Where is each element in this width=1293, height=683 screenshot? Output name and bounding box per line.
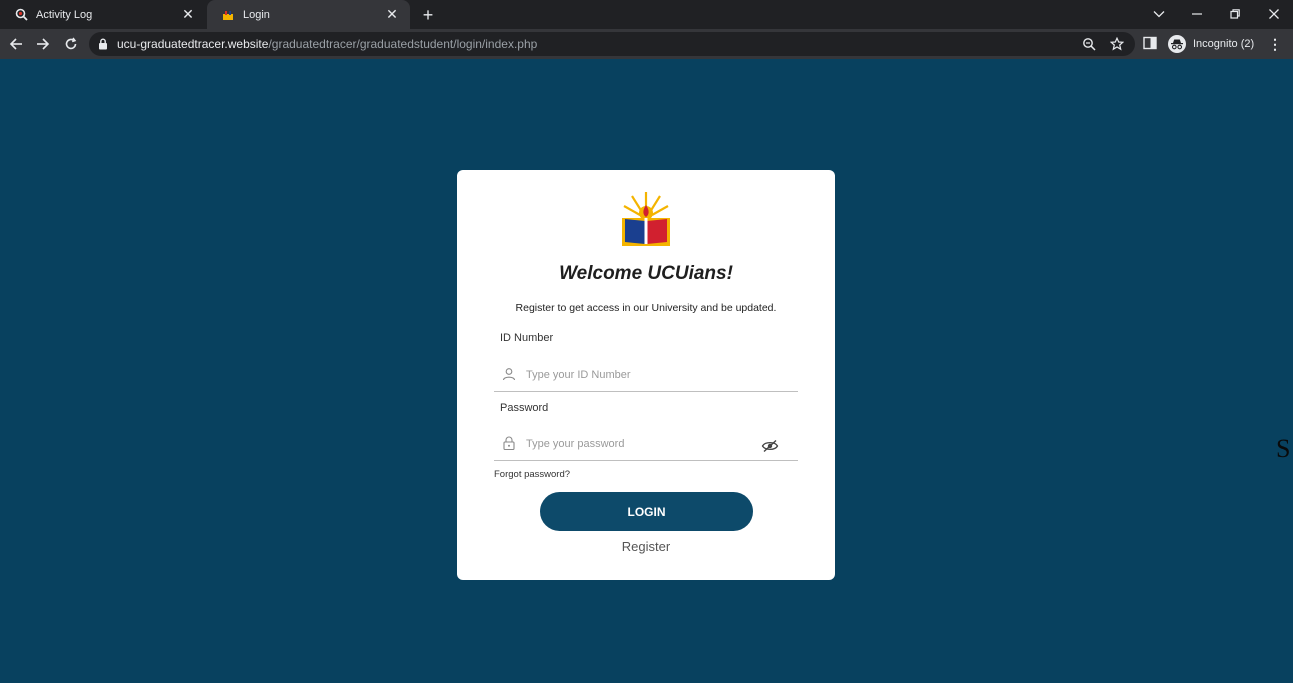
- incognito-label: Incognito (2): [1193, 38, 1255, 50]
- tab-login[interactable]: Login ✕: [207, 0, 410, 29]
- login-favicon-icon: [221, 8, 235, 22]
- close-tab-icon[interactable]: ✕: [384, 6, 400, 23]
- password-field: [494, 429, 798, 461]
- address-bar[interactable]: ucu-graduatedtracer.website/graduatedtra…: [89, 32, 1135, 56]
- activity-log-favicon-icon: [14, 8, 28, 22]
- eye-slash-icon[interactable]: [761, 439, 779, 453]
- back-arrow-icon[interactable]: [5, 33, 27, 55]
- lock-icon: [98, 37, 112, 51]
- lock-icon: [502, 436, 516, 451]
- browser-menu-icon[interactable]: ⋮: [1266, 34, 1284, 54]
- zoom-icon[interactable]: [1080, 35, 1098, 53]
- incognito-indicator[interactable]: Incognito (2): [1168, 33, 1254, 55]
- tab-search-chevron-icon[interactable]: [1148, 3, 1170, 25]
- url-path: /graduatedtracer/graduatedstudent/login/…: [268, 37, 538, 51]
- university-logo: [620, 190, 672, 248]
- tab-activity-log[interactable]: Activity Log ✕: [0, 0, 206, 29]
- register-link[interactable]: Register: [457, 539, 835, 554]
- login-button[interactable]: LOGIN: [540, 492, 753, 531]
- side-panel-icon[interactable]: [1143, 36, 1159, 52]
- url-host: ucu-graduatedtracer.website: [117, 37, 269, 51]
- password-label: Password: [500, 402, 549, 414]
- minimize-icon[interactable]: [1186, 3, 1208, 25]
- welcome-subtitle: Register to get access in our University…: [515, 302, 777, 314]
- restore-icon[interactable]: [1224, 3, 1246, 25]
- incognito-icon: [1168, 35, 1186, 53]
- url-text: ucu-graduatedtracer.website/graduatedtra…: [117, 37, 537, 51]
- id-number-label: ID Number: [500, 332, 554, 344]
- close-window-icon[interactable]: [1263, 3, 1285, 25]
- user-icon: [502, 367, 516, 381]
- tab-title: Login: [243, 8, 270, 21]
- forward-arrow-icon[interactable]: [32, 33, 54, 55]
- welcome-title: Welcome UCUians!: [559, 263, 733, 284]
- tab-title: Activity Log: [36, 8, 93, 21]
- tab-strip: Activity Log ✕ Login ✕ +: [0, 0, 1293, 29]
- bookmark-star-icon[interactable]: [1108, 35, 1126, 53]
- clipped-text: S: [1276, 434, 1291, 463]
- close-tab-icon[interactable]: ✕: [180, 6, 196, 23]
- login-card: Welcome UCUians! Register to get access …: [457, 170, 835, 580]
- id-number-field: [494, 360, 798, 392]
- browser-toolbar: ucu-graduatedtracer.website/graduatedtra…: [0, 29, 1293, 59]
- id-number-input[interactable]: [526, 366, 756, 384]
- password-input[interactable]: [526, 435, 756, 453]
- forgot-password-link[interactable]: Forgot password?: [494, 469, 570, 480]
- new-tab-button[interactable]: +: [417, 4, 439, 26]
- reload-icon[interactable]: [60, 33, 82, 55]
